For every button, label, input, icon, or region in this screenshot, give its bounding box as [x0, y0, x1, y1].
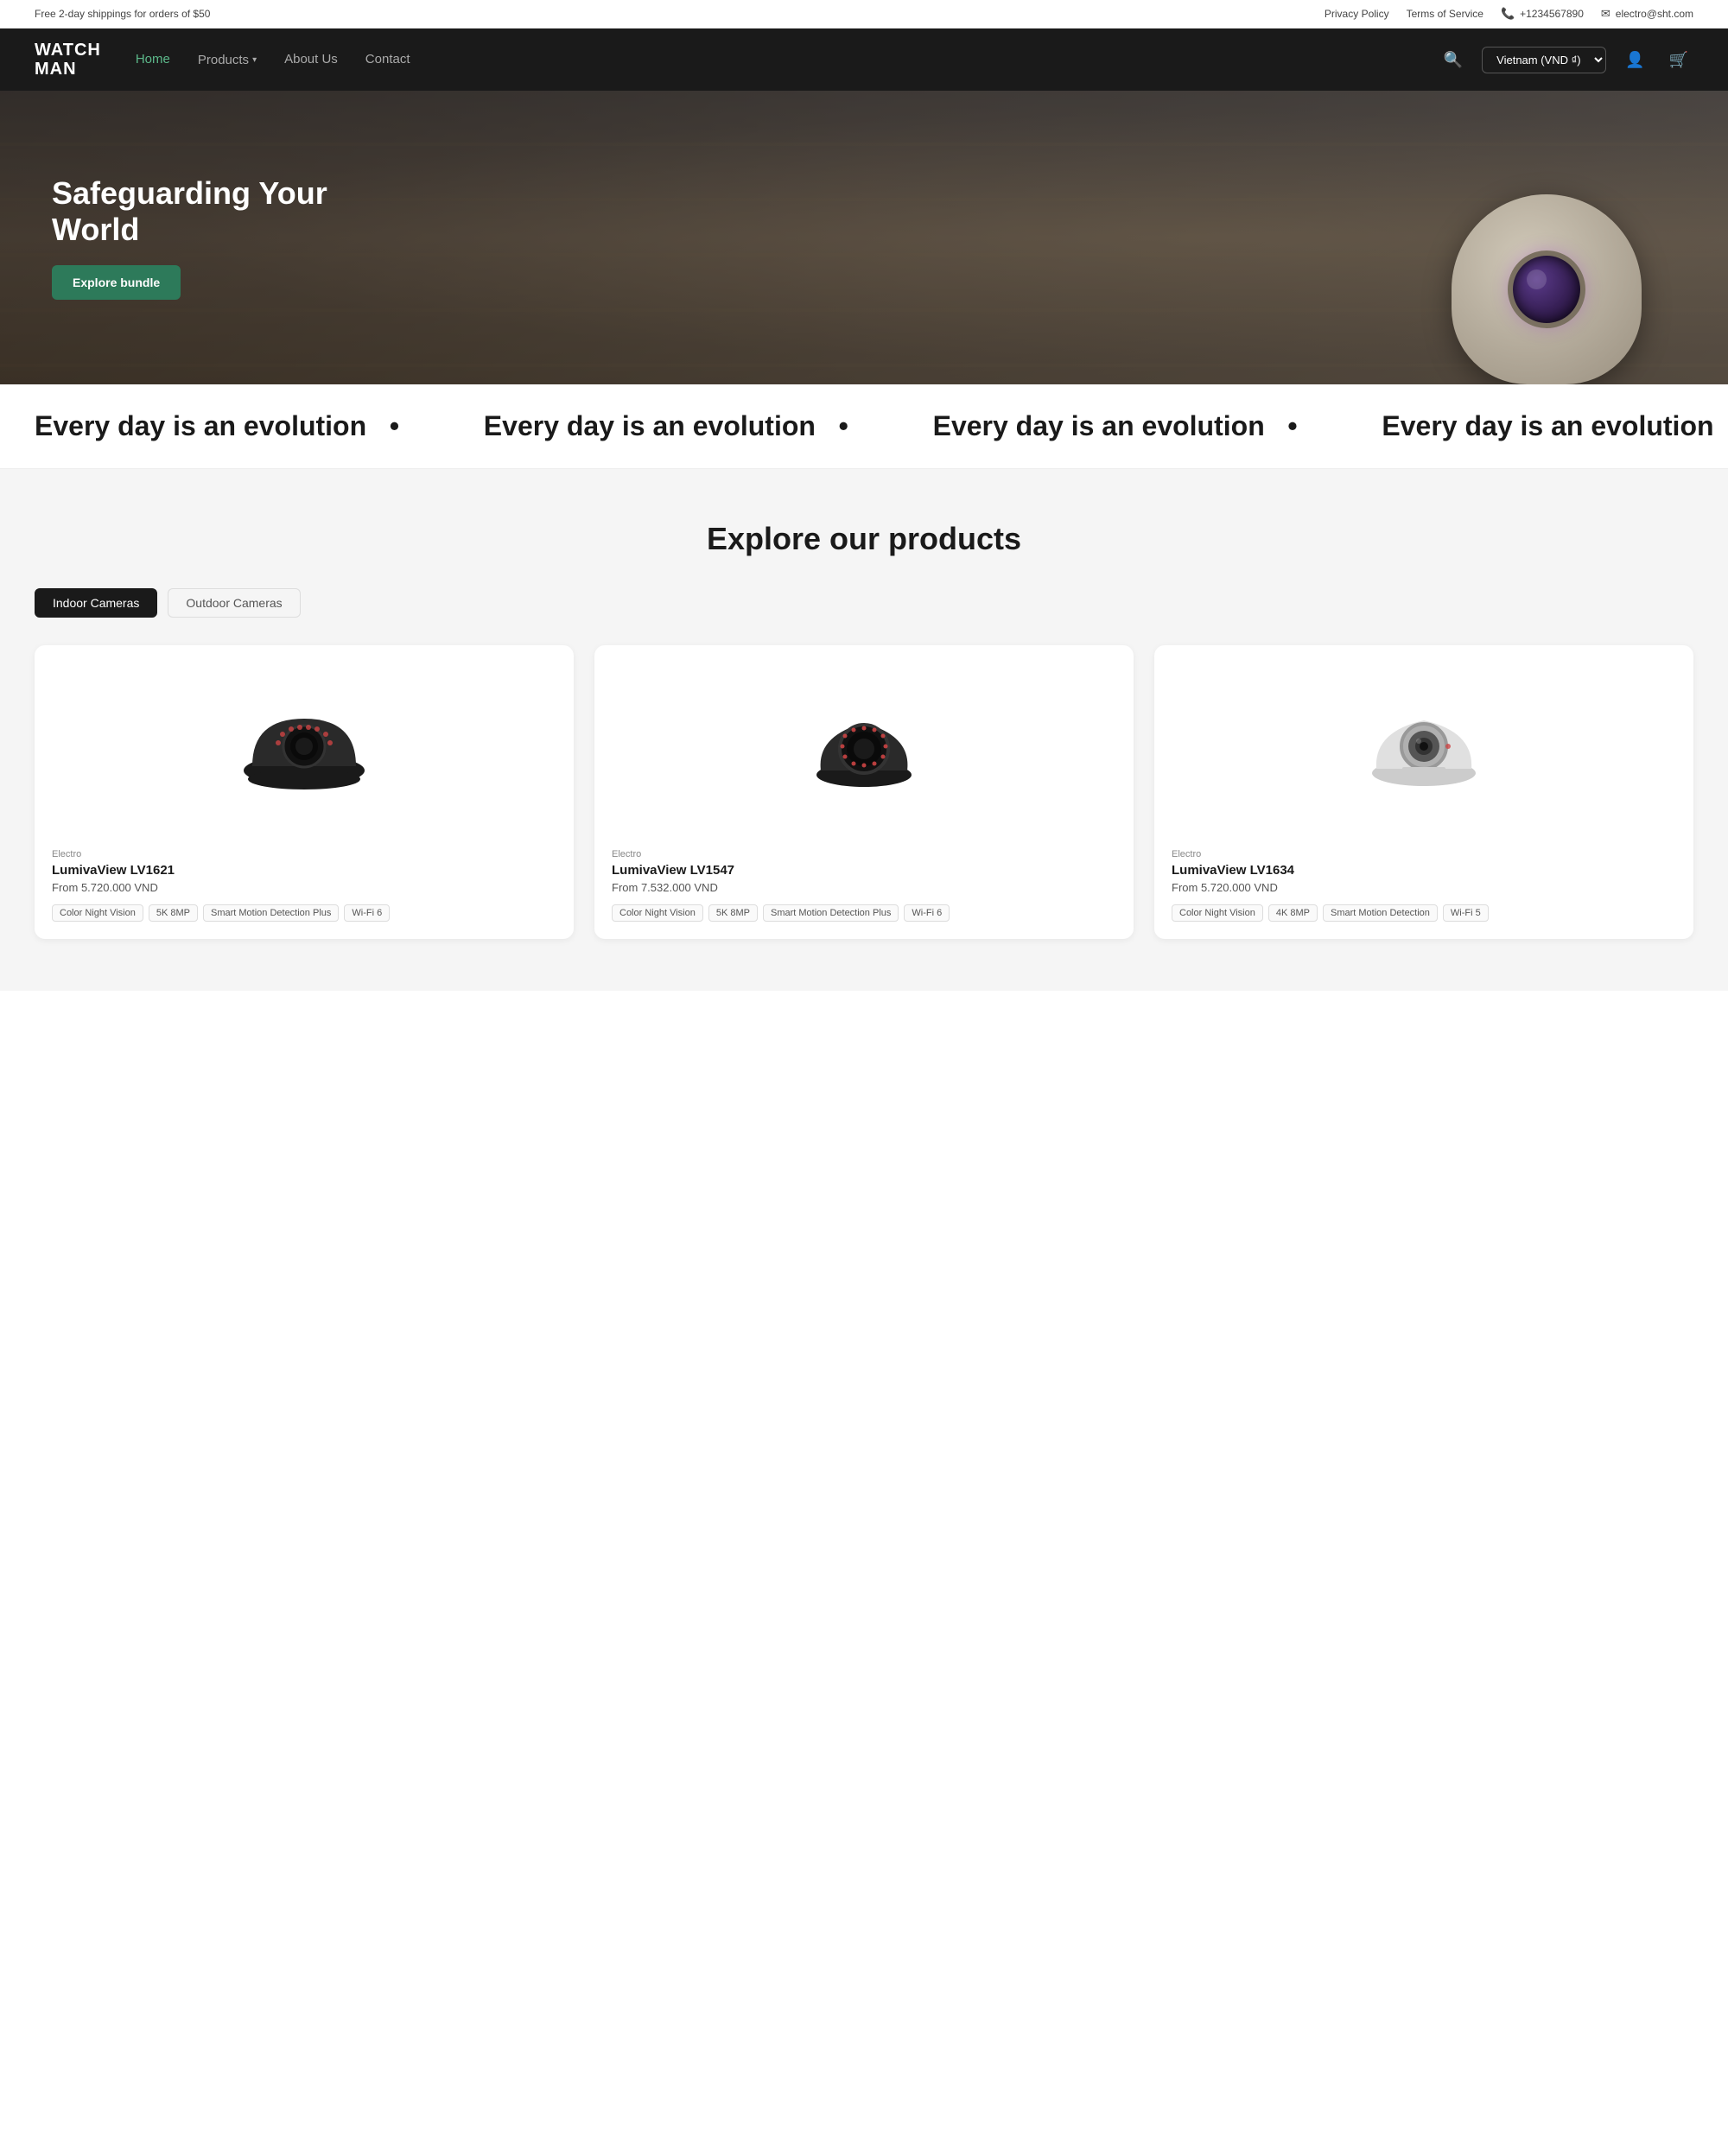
tag: 5K 8MP [708, 904, 758, 922]
navbar: WATCH MAN Home Products ▾ About Us Conta… [0, 29, 1728, 91]
explore-bundle-button[interactable]: Explore bundle [52, 265, 181, 300]
nav-about[interactable]: About Us [284, 52, 338, 67]
hero-content: Safeguarding Your World Explore bundle [0, 175, 449, 300]
marquee-item: Every day is an evolution • [899, 410, 1348, 442]
nav-links: Home Products ▾ About Us Contact [136, 52, 410, 67]
promo-text: Free 2-day shippings for orders of $50 [35, 8, 210, 20]
tab-outdoor-cameras[interactable]: Outdoor Cameras [168, 588, 300, 618]
terms-link[interactable]: Terms of Service [1407, 8, 1483, 20]
navbar-left: WATCH MAN Home Products ▾ About Us Conta… [35, 41, 410, 79]
product-brand: Electro [1172, 849, 1676, 859]
category-tabs: Indoor Cameras Outdoor Cameras [35, 588, 1693, 618]
camera-svg-3 [1355, 693, 1493, 805]
tag: Color Night Vision [612, 904, 703, 922]
hero-section: Safeguarding Your World Explore bundle [0, 91, 1728, 384]
product-tags: Color Night Vision 5K 8MP Smart Motion D… [612, 904, 1116, 922]
email-contact: ✉ electro@sht.com [1601, 7, 1693, 21]
camera-body [1452, 194, 1642, 384]
marquee-section: Every day is an evolution • Every day is… [0, 384, 1728, 469]
product-name: LumivaView LV1621 [52, 863, 556, 878]
product-image [52, 663, 556, 835]
tag: Color Night Vision [52, 904, 143, 922]
phone-contact: 📞 +1234567890 [1501, 7, 1584, 21]
email-address: electro@sht.com [1616, 8, 1693, 20]
product-image [1172, 663, 1676, 835]
tag: Smart Motion Detection Plus [203, 904, 339, 922]
logo[interactable]: WATCH MAN [35, 41, 101, 79]
marquee-item: Every day is an evolution • [1347, 410, 1728, 442]
product-price: From 5.720.000 VND [1172, 881, 1676, 894]
product-price: From 5.720.000 VND [52, 881, 556, 894]
product-image [612, 663, 1116, 835]
product-name: LumivaView LV1547 [612, 863, 1116, 878]
tab-indoor-cameras[interactable]: Indoor Cameras [35, 588, 157, 618]
camera-lens [1508, 250, 1585, 328]
tag: 4K 8MP [1268, 904, 1318, 922]
camera-svg-2 [795, 693, 933, 805]
products-section: Explore our products Indoor Cameras Outd… [0, 469, 1728, 991]
product-tags: Color Night Vision 5K 8MP Smart Motion D… [52, 904, 556, 922]
hero-camera-image [1417, 125, 1676, 384]
product-brand: Electro [52, 849, 556, 859]
search-button[interactable]: 🔍 [1439, 48, 1468, 73]
phone-icon: 📞 [1501, 7, 1515, 21]
hero-title: Safeguarding Your World [52, 175, 397, 248]
top-bar-right: Privacy Policy Terms of Service 📞 +12345… [1325, 7, 1693, 21]
cart-button[interactable]: 🛒 [1664, 48, 1693, 73]
top-bar: Free 2-day shippings for orders of $50 P… [0, 0, 1728, 29]
tag: Color Night Vision [1172, 904, 1263, 922]
product-card[interactable]: Electro LumivaView LV1621 From 5.720.000… [35, 645, 574, 939]
email-icon: ✉ [1601, 7, 1610, 21]
camera-svg-1 [235, 693, 373, 805]
product-brand: Electro [612, 849, 1116, 859]
marquee-track: Every day is an evolution • Every day is… [0, 410, 1728, 442]
product-card[interactable]: Electro LumivaView LV1634 From 5.720.000… [1154, 645, 1693, 939]
nav-home[interactable]: Home [136, 52, 170, 67]
tag: 5K 8MP [149, 904, 198, 922]
tag: Smart Motion Detection Plus [763, 904, 899, 922]
navbar-right: 🔍 Vietnam (VND ₫) 👤 🛒 [1439, 47, 1693, 73]
product-price: From 7.532.000 VND [612, 881, 1116, 894]
products-section-title: Explore our products [35, 521, 1693, 557]
nav-products[interactable]: Products ▾ [198, 53, 257, 67]
tag: Wi-Fi 5 [1443, 904, 1489, 922]
product-card[interactable]: Electro LumivaView LV1547 From 7.532.000… [594, 645, 1134, 939]
privacy-link[interactable]: Privacy Policy [1325, 8, 1389, 20]
tag: Smart Motion Detection [1323, 904, 1438, 922]
account-button[interactable]: 👤 [1620, 48, 1649, 73]
currency-select[interactable]: Vietnam (VND ₫) [1482, 47, 1606, 73]
chevron-down-icon: ▾ [252, 55, 257, 65]
marquee-item: Every day is an evolution • [0, 410, 449, 442]
product-tags: Color Night Vision 4K 8MP Smart Motion D… [1172, 904, 1676, 922]
product-name: LumivaView LV1634 [1172, 863, 1676, 878]
marquee-item: Every day is an evolution • [449, 410, 899, 442]
tag: Wi-Fi 6 [904, 904, 950, 922]
nav-contact[interactable]: Contact [365, 52, 410, 67]
phone-number: +1234567890 [1520, 8, 1584, 20]
tag: Wi-Fi 6 [344, 904, 390, 922]
products-grid: Electro LumivaView LV1621 From 5.720.000… [35, 645, 1693, 939]
